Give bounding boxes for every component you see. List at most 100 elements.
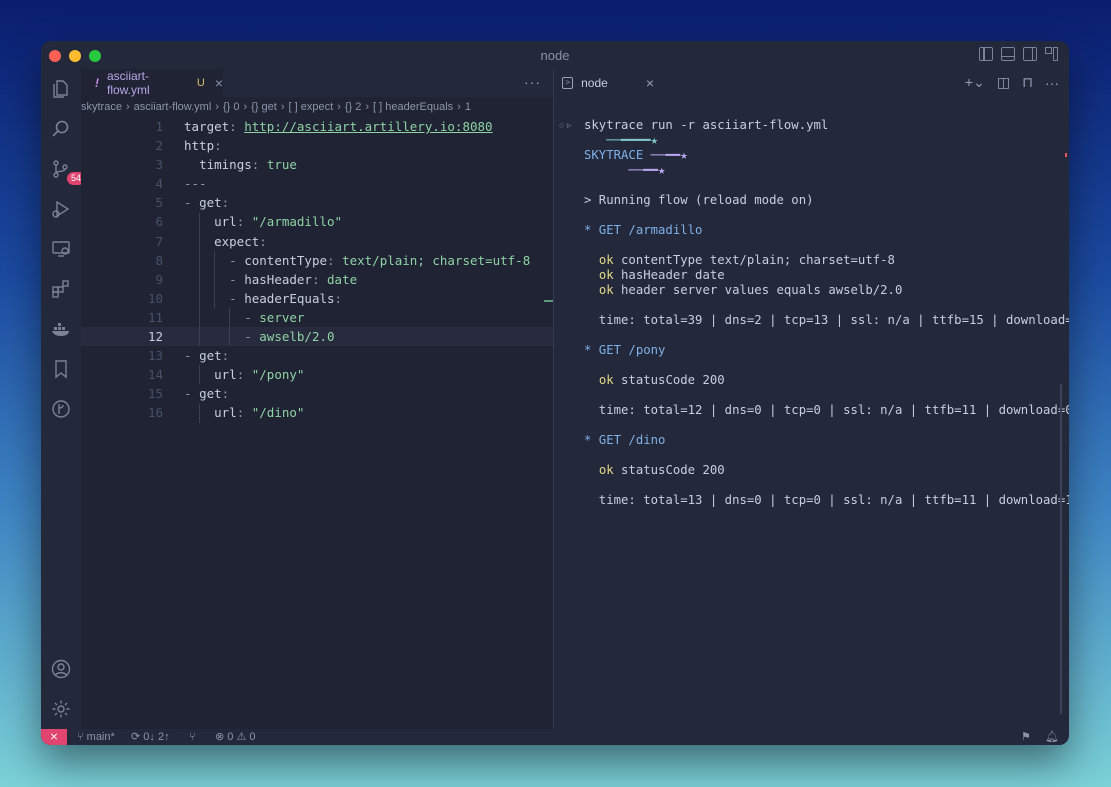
code-token: http [184, 138, 215, 154]
indent-guide [229, 308, 230, 347]
code-line[interactable]: 1 target: http://asciiart.artillery.io:80… [81, 117, 553, 136]
code-token: : [221, 386, 230, 402]
code-line[interactable]: 9 - hasHeader: date [81, 270, 553, 289]
terminal-text: statusCode 200 [613, 373, 725, 387]
close-tab-icon[interactable]: × [215, 75, 223, 91]
code-token: : [221, 348, 230, 364]
breadcrumb-item[interactable]: skytrace [81, 101, 122, 113]
explorer-icon[interactable] [51, 79, 71, 99]
code-line[interactable]: 5 - get: [81, 193, 553, 212]
code-line[interactable]: 4 --- [81, 174, 553, 193]
code-line[interactable]: 15 - get: [81, 384, 553, 403]
line-number: 11 [147, 309, 163, 325]
code-token: : [311, 271, 328, 287]
line-content: - contentType: text/plain; charset=utf-8 [184, 251, 530, 270]
terminal-line: * GET /armadillo [584, 223, 1069, 238]
breadcrumb-item[interactable]: 1 [465, 101, 471, 113]
activity-bar: 54 [41, 69, 86, 729]
terminal-output[interactable]: skytrace run -r asciiart-flow.yml ──━━━━… [584, 118, 1069, 508]
toggle-primary-sidebar-icon[interactable] [979, 47, 993, 61]
terminal-text: ok [598, 283, 614, 297]
new-terminal-icon[interactable]: +⌄ [965, 74, 985, 91]
code-token: url [214, 214, 237, 230]
terminal-line: skytrace run -r asciiart-flow.yml [584, 118, 1069, 133]
terminal-pane: > node × +⌄ ◫ ⊓ ··· ○ ▹ skytrace run -r … [554, 69, 1069, 729]
problems-status[interactable]: ⊗ 0 ⚠ 0 [215, 729, 256, 745]
code-line[interactable]: 12 - awselb/2.0 [81, 327, 553, 347]
command-decoration-icon[interactable]: ○ ▹ [559, 118, 571, 133]
breadcrumb-item[interactable]: {} 2 [345, 101, 362, 113]
code-token: - [184, 386, 200, 402]
line-content: expect: [184, 232, 267, 251]
code-line[interactable]: 8 - contentType: text/plain; charset=utf… [81, 251, 553, 270]
code-line[interactable]: 7 expect: [81, 232, 553, 251]
toggle-secondary-sidebar-icon[interactable] [1023, 47, 1037, 61]
git-graph-icon[interactable] [51, 399, 71, 419]
sync-status[interactable]: ⟳ 0↓ 2↑ [131, 729, 170, 745]
terminal-more-icon[interactable]: ··· [1045, 75, 1059, 91]
code-token: url [214, 367, 237, 383]
code-line[interactable]: 16 url: "/dino" [81, 403, 553, 422]
code-editor[interactable]: 1 target: http://asciiart.artillery.io:80… [81, 117, 553, 423]
code-line[interactable]: 3 timings: true [81, 155, 553, 174]
terminal-icon: > [562, 77, 574, 89]
remote-explorer-icon[interactable] [51, 239, 71, 259]
terminal-line: time: total=12 | dns=0 | tcp=0 | ssl: n/… [584, 403, 1069, 418]
sync-counts: 0↓ 2↑ [143, 731, 170, 743]
customize-layout-icon[interactable] [1045, 47, 1059, 61]
search-icon[interactable] [51, 119, 71, 139]
run-debug-icon[interactable] [51, 199, 71, 219]
settings-gear-icon[interactable] [51, 699, 71, 719]
code-line[interactable]: 10 - headerEquals: [81, 289, 553, 308]
docker-icon[interactable] [51, 319, 71, 339]
code-line[interactable]: 13 - get: [81, 346, 553, 365]
code-line[interactable]: 6 url: "/armadillo" [81, 212, 553, 231]
bookmarks-icon[interactable] [51, 359, 71, 379]
code-line[interactable]: 11 - server [81, 308, 553, 327]
code-token: : [214, 138, 222, 154]
line-number: 1 [155, 119, 163, 134]
line-content: url: "/armadillo" [184, 212, 342, 231]
close-terminal-tab-icon[interactable]: × [646, 75, 654, 91]
code-token: - [229, 290, 245, 306]
remote-indicator-icon[interactable]: ⨯ [41, 729, 67, 745]
code-token: text/plain; charset=utf-8 [342, 252, 531, 268]
extensions-icon[interactable] [51, 279, 71, 299]
line-number: 9 [155, 271, 163, 287]
terminal-text: hasHeader date [613, 268, 725, 282]
breadcrumb-item[interactable]: {} 0 [223, 101, 240, 113]
more-actions-icon[interactable]: ··· [524, 74, 541, 90]
source-control-icon[interactable]: 54 [51, 159, 86, 185]
tab-asciiart-flow[interactable]: ! asciiart-flow.yml U × [81, 69, 223, 97]
terminal-scrollbar[interactable] [1060, 384, 1062, 714]
breadcrumb: skytrace › asciiart-flow.yml ›{} 0 ›{} get ›[… [81, 97, 553, 117]
breadcrumb-item[interactable]: [ ] headerEquals [373, 101, 453, 113]
breadcrumb-item[interactable]: {} get [251, 101, 277, 113]
terminal-text: statusCode 200 [613, 463, 725, 477]
breadcrumb-item[interactable]: [ ] expect [289, 101, 334, 113]
tab-terminal-node[interactable]: > node × [554, 69, 654, 97]
branch-status[interactable]: ⑂ main* [77, 729, 115, 745]
terminal-text: ──━━━━★ [584, 133, 659, 147]
line-number: 6 [155, 214, 163, 230]
split-terminal-icon[interactable]: ◫ [997, 74, 1010, 91]
line-number: 10 [147, 290, 163, 306]
feedback-icon[interactable]: ⚑ [1021, 729, 1031, 745]
chevron-right-icon: › [215, 101, 219, 113]
overview-error-mark [1065, 153, 1067, 157]
git-graph-status-icon[interactable]: ⑂ [189, 729, 196, 745]
lock-icon[interactable]: ⊓ [1022, 74, 1033, 91]
code-line[interactable]: 14 url: "/pony" [81, 365, 553, 384]
code-token: --- [184, 176, 207, 192]
terminal-text: > Running flow (reload mode on) [584, 193, 814, 207]
breadcrumb-item[interactable]: asciiart-flow.yml [134, 101, 212, 113]
account-icon[interactable] [51, 659, 71, 679]
code-line[interactable]: 2 http: [81, 136, 553, 155]
chevron-right-icon: › [337, 101, 341, 113]
notifications-bell-icon[interactable]: 🔔︎ [1045, 729, 1059, 745]
toggle-panel-icon[interactable] [1001, 47, 1015, 61]
indent-guide [199, 212, 200, 347]
